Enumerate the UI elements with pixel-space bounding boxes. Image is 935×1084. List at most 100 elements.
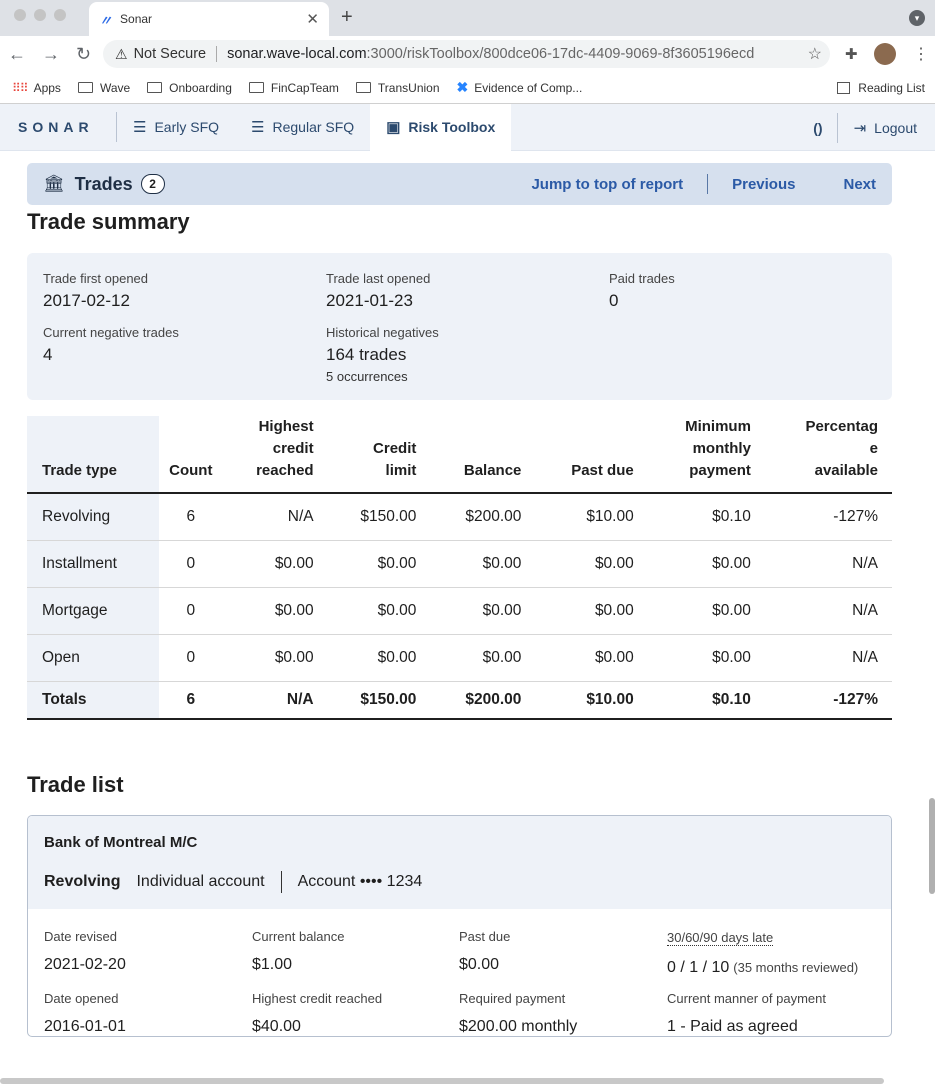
bookmark-wave[interactable]: Wave <box>77 80 131 95</box>
cell-past-due: $0.00 <box>535 540 648 588</box>
cell-min-payment: $0.00 <box>647 587 765 635</box>
nav-label: Regular SFQ <box>272 119 355 135</box>
logout-icon: ⇥ <box>853 119 867 137</box>
toolbox-icon: ▣ <box>386 119 401 136</box>
field-value: 1 - Paid as agreed <box>667 1018 798 1035</box>
horizontal-scrollbar[interactable] <box>0 1078 884 1084</box>
summary-subvalue: 5 occurrences <box>326 369 408 384</box>
cell-highest: $0.00 <box>222 587 328 635</box>
cell-percentage: N/A <box>764 540 892 588</box>
apps-grid-icon: ⠿⠿ <box>12 80 29 95</box>
trade-summary-heading: Trade summary <box>27 209 190 234</box>
url-host[interactable]: sonar.wave-local.com <box>227 46 366 62</box>
cell-highest: $0.00 <box>222 540 328 588</box>
bookmark-star-icon[interactable]: ☆ <box>808 44 822 64</box>
field-label: Date opened <box>44 991 119 1006</box>
cell-count: 0 <box>159 587 223 635</box>
cell-trade-type: Open <box>27 634 159 682</box>
trade-summary-panel: Trade first opened 2017-02-12 Trade last… <box>27 253 892 400</box>
jump-to-top-link[interactable]: Jump to top of report <box>531 176 683 193</box>
header-line: credit <box>272 440 314 457</box>
cell-count: 0 <box>159 540 223 588</box>
field-value: 2016-01-01 <box>44 1018 126 1035</box>
nav-regular-sfq[interactable]: ☰ Regular SFQ <box>235 104 370 151</box>
bookmark-label: Onboarding <box>169 80 232 95</box>
days-late-tooltip-trigger[interactable]: 30/60/90 days late <box>667 930 774 946</box>
field-manner-of-payment: Current manner of payment 1 - Paid as agr… <box>667 991 875 1036</box>
field-label: Current manner of payment <box>667 991 826 1006</box>
maximize-window-icon[interactable] <box>54 9 66 21</box>
sonar-logo[interactable]: SONAR <box>18 119 116 135</box>
field-date-revised: Date revised 2021-02-20 <box>44 929 252 977</box>
vertical-scrollbar[interactable] <box>929 798 935 894</box>
browser-tab[interactable]: 〃 Sonar ✕ <box>89 2 329 36</box>
new-tab-icon[interactable]: + <box>341 6 353 29</box>
summary-label: Historical negatives <box>326 325 439 340</box>
nav-label: Risk Toolbox <box>408 119 496 135</box>
field-days-late: 30/60/90 days late 0 / 1 / 10 (35 months r… <box>667 929 875 977</box>
bookmark-label: Wave <box>99 80 131 95</box>
header-line: Credit <box>373 440 417 457</box>
field-label: Highest credit reached <box>252 991 383 1006</box>
minimize-window-icon[interactable] <box>34 9 46 21</box>
bookmark-evidence[interactable]: ✖ Evidence of Comp... <box>457 79 583 96</box>
link-divider <box>707 174 709 194</box>
cell-limit: $0.00 <box>327 540 431 588</box>
close-tab-icon[interactable]: ✕ <box>306 10 319 28</box>
cell-count: 6 <box>159 680 223 720</box>
bookmark-onboarding[interactable]: Onboarding <box>147 81 232 95</box>
count-badge: 2 <box>140 174 165 194</box>
reading-list-icon <box>837 82 851 94</box>
forward-icon[interactable]: → <box>42 44 60 65</box>
bookmark-fincapteam[interactable]: FinCapTeam <box>248 81 339 95</box>
bookmark-apps[interactable]: ⠿⠿ Apps <box>12 81 61 95</box>
header-line: monthly <box>692 440 751 457</box>
field-required-payment: Required payment $200.00 monthly <box>459 991 667 1036</box>
not-secure-label[interactable]: Not Secure <box>134 46 207 62</box>
extensions-puzzle-icon[interactable]: ✚ <box>845 45 858 63</box>
cell-limit: $0.00 <box>327 587 431 635</box>
cell-balance: $0.00 <box>430 634 536 682</box>
address-bar[interactable]: ⚠ Not Secure sonar.wave-local.com :3000/… <box>103 40 830 68</box>
summary-value: 2021-01-23 <box>326 291 413 310</box>
warning-icon[interactable]: ⚠ <box>115 46 128 63</box>
nav-risk-toolbox[interactable]: ▣ Risk Toolbox <box>370 103 512 151</box>
profile-avatar[interactable] <box>874 43 896 65</box>
cell-percentage: N/A <box>764 634 892 682</box>
summary-label: Trade last opened <box>326 271 431 286</box>
tab-strip: 〃 Sonar ✕ + ▾ <box>0 0 935 36</box>
months-reviewed: (35 months reviewed) <box>733 960 859 975</box>
field-past-due: Past due $0.00 <box>459 929 667 977</box>
reading-list[interactable]: Reading List <box>837 81 925 95</box>
summary-value: 2017-02-12 <box>43 291 130 310</box>
cell-min-payment: $0.00 <box>647 634 765 682</box>
col-count: Count <box>159 416 223 494</box>
header-line: reached <box>256 462 314 479</box>
folder-icon <box>77 82 93 93</box>
browser-menu-icon[interactable]: ⋮ <box>913 44 929 64</box>
nav-early-sfq[interactable]: ☰ Early SFQ <box>117 104 235 151</box>
summary-value: 164 trades <box>326 345 407 364</box>
tab-search-icon[interactable]: ▾ <box>909 10 925 26</box>
field-value: 0 / 1 / 10 (35 months reviewed) <box>667 959 875 977</box>
trade-type-table: Trade type Count Highest credit reached Cr… <box>27 416 892 720</box>
previous-link[interactable]: Previous <box>732 176 795 193</box>
col-past-due: Past due <box>535 416 648 494</box>
back-icon[interactable]: ← <box>8 44 26 65</box>
bookmark-label: TransUnion <box>377 80 440 95</box>
next-link[interactable]: Next <box>843 176 876 193</box>
url-path[interactable]: :3000/riskToolbox/800dce06-17dc-4409-906… <box>367 46 755 62</box>
close-window-icon[interactable] <box>14 9 26 21</box>
app-navbar: SONAR ☰ Early SFQ ☰ Regular SFQ ▣ Risk Tool… <box>0 103 935 151</box>
col-highest-credit: Highest credit reached <box>222 416 328 494</box>
reload-icon[interactable]: ↻ <box>76 44 91 65</box>
user-indicator[interactable]: () <box>813 120 822 136</box>
trade-card-body: Date revised 2021-02-20 Current balance $1… <box>28 909 891 1036</box>
cell-count: 0 <box>159 634 223 682</box>
cell-limit: $150.00 <box>327 493 431 541</box>
cell-balance: $0.00 <box>430 540 536 588</box>
bookmark-transunion[interactable]: TransUnion <box>355 80 440 95</box>
summary-value: 4 <box>43 345 53 364</box>
logout-button[interactable]: ⇥ Logout <box>854 119 917 137</box>
field-current-balance: Current balance $1.00 <box>252 929 459 977</box>
